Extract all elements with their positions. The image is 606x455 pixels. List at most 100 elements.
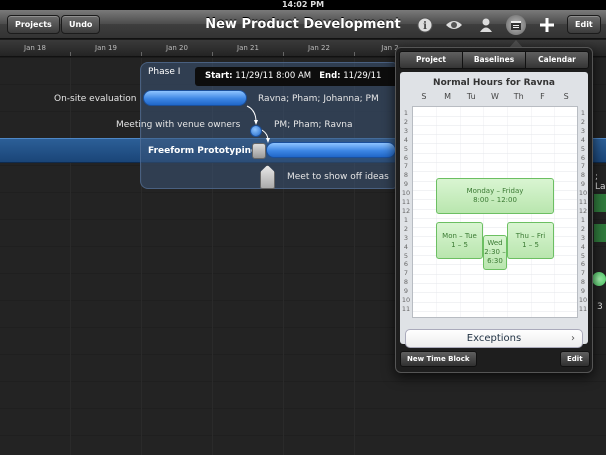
block-line2: 1 – 5 — [522, 240, 539, 249]
hour-label: 7 — [580, 269, 586, 278]
calendar-icon[interactable] — [506, 15, 526, 35]
weekday-header: S M Tu W Th F S — [412, 92, 578, 101]
task-resources: PM; Pham; Ravna — [274, 120, 353, 130]
time-block[interactable]: Monday – Friday 8:00 – 12:00 — [436, 178, 554, 214]
hour-label: 2 — [580, 117, 586, 126]
block-line1: Thu – Fri — [515, 231, 546, 240]
date-label: Jan 19 — [95, 44, 117, 52]
date-label: Jan 18 — [24, 44, 46, 52]
tab-baselines[interactable]: Baselines — [463, 52, 526, 68]
time-block[interactable]: Thu – Fri 1 – 5 — [507, 222, 554, 259]
weekday-label: F — [540, 92, 545, 101]
hour-label: 1 — [580, 109, 586, 117]
hour-label: 12 — [578, 206, 588, 215]
hour-label: 1 — [403, 109, 409, 117]
hour-label: 8 — [403, 278, 409, 287]
info-icon[interactable]: i — [415, 15, 435, 35]
block-line1: Wed — [487, 239, 503, 247]
hour-label: 11 — [578, 198, 588, 207]
hour-label: 7 — [403, 269, 409, 278]
calendar-title: Normal Hours for Ravna — [433, 78, 555, 88]
projects-button[interactable]: Projects — [7, 15, 60, 34]
plus-icon[interactable] — [537, 15, 557, 35]
hour-label: 1 — [580, 215, 586, 224]
status-bar: 14:02 PM — [0, 0, 606, 10]
hour-label: 5 — [403, 144, 409, 153]
hour-label: 7 — [580, 162, 586, 171]
task-bar-on-site-evaluation[interactable] — [143, 90, 247, 106]
person-icon[interactable] — [476, 15, 496, 35]
status-time: 14:02 PM — [281, 0, 325, 9]
dependency-arrows — [246, 105, 270, 143]
popover-tabs: Project Baselines Calendar — [399, 51, 589, 69]
hour-label: 4 — [580, 135, 586, 144]
hour-label: 10 — [578, 189, 588, 198]
task-bar-green[interactable] — [594, 194, 606, 212]
phase-label: Phase I — [148, 67, 181, 77]
hour-label: 3 — [580, 126, 586, 135]
start-value: 11/29/11 8:00 AM — [235, 71, 312, 81]
block-line2: 1 – 5 — [451, 240, 468, 249]
hour-label: 2 — [580, 224, 586, 233]
date-label: Jan 20 — [166, 44, 188, 52]
new-time-block-button[interactable]: New Time Block — [400, 351, 477, 367]
hour-label: 6 — [580, 260, 586, 269]
page-title: New Product Development — [205, 17, 401, 32]
hour-labels-left: 1 2 3 4 5 6 7 8 9 10 11 12 1 2 3 4 5 6 7 8 9 10 11 — [400, 109, 412, 314]
task-label: Meeting with venue owners — [116, 120, 241, 130]
exceptions-label: Exceptions — [466, 333, 522, 344]
edge-text: ; La — [595, 172, 606, 192]
date-label: Jan 22 — [308, 44, 330, 52]
popover-edit-button[interactable]: Edit — [560, 351, 590, 367]
hour-label: 5 — [403, 251, 409, 260]
exceptions-button[interactable]: Exceptions › — [405, 329, 583, 348]
weekday-label: W — [491, 92, 499, 101]
hour-label: 2 — [403, 224, 409, 233]
task-label: Meet to show off ideas — [287, 172, 389, 182]
edge-text: 3 — [597, 302, 603, 312]
hour-label: 10 — [578, 296, 588, 305]
hour-label: 9 — [403, 180, 409, 189]
hour-label: 3 — [403, 233, 409, 242]
hour-label: 9 — [580, 180, 586, 189]
hour-label: 6 — [403, 260, 409, 269]
top-toolbar: Projects Undo New Product Development i … — [0, 10, 606, 39]
weekday-label: Th — [513, 92, 524, 101]
hour-label: 10 — [401, 296, 411, 305]
date-tooltip: Start: 11/29/11 8:00 AM End: 11/29/11 — [195, 67, 409, 86]
hour-label: 6 — [403, 153, 409, 162]
time-block[interactable]: Mon – Tue 1 – 5 — [436, 222, 483, 259]
undo-button[interactable]: Undo — [61, 15, 101, 34]
task-milestone-meeting[interactable] — [250, 125, 262, 137]
time-block[interactable]: Wed 2:30 – 6:30 — [483, 235, 507, 270]
hour-label: 4 — [403, 135, 409, 144]
hour-label: 8 — [580, 278, 586, 287]
task-bar-freeform-prototyping[interactable] — [266, 142, 396, 158]
end-value: 11/29/11 — [343, 71, 382, 81]
hour-label: 8 — [403, 171, 409, 180]
hour-label: 2 — [403, 117, 409, 126]
hour-label: 11 — [401, 198, 411, 207]
date-label: Jan 21 — [237, 44, 259, 52]
hour-label: 5 — [580, 251, 586, 260]
eye-icon[interactable] — [444, 15, 464, 35]
block-line2: 8:00 – 12:00 — [473, 196, 517, 204]
task-label: On-site evaluation — [54, 94, 137, 104]
tab-project[interactable]: Project — [400, 52, 463, 68]
resize-handle-left[interactable] — [252, 143, 266, 159]
milestone-green[interactable] — [592, 272, 606, 286]
task-resources: Ravna; Pham; Johanna; PM — [258, 94, 379, 104]
hour-label: 1 — [403, 215, 409, 224]
tab-calendar[interactable]: Calendar — [526, 52, 588, 68]
edit-button[interactable]: Edit — [567, 15, 601, 34]
hour-label: 7 — [403, 162, 409, 171]
task-bar-green[interactable] — [594, 224, 606, 242]
hour-label: 5 — [580, 144, 586, 153]
weekday-label: M — [444, 92, 452, 101]
hour-label: 11 — [578, 304, 588, 313]
weekday-label: S — [563, 92, 569, 101]
weekday-label: Tu — [466, 92, 476, 101]
hour-labels-right: 1 2 3 4 5 6 7 8 9 10 11 12 1 2 3 4 5 6 7 8 9 10 11 — [577, 109, 589, 314]
hour-label: 10 — [401, 189, 411, 198]
hour-label: 8 — [580, 171, 586, 180]
